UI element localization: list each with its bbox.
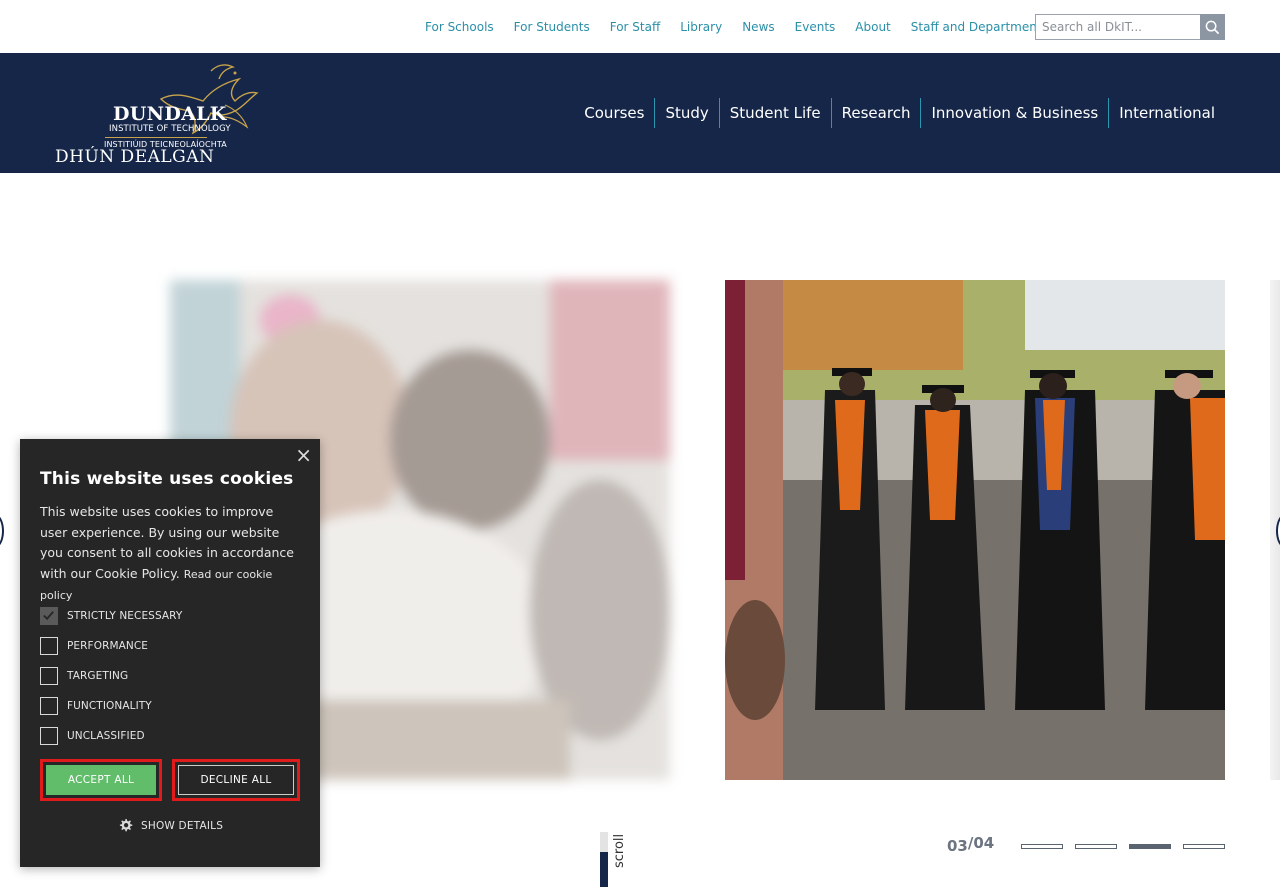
- cookie-checkbox[interactable]: [40, 607, 58, 625]
- show-details-label: SHOW DETAILS: [141, 819, 224, 832]
- carousel-pager: [1021, 844, 1237, 849]
- cookie-option-label: PERFORMANCE: [67, 640, 149, 652]
- slide-counter: 03/04: [947, 834, 995, 855]
- close-icon[interactable]: ×: [295, 445, 312, 465]
- logo-institute-text: INSTITUTE OF TECHNOLOGY: [109, 124, 231, 134]
- cookie-checkbox[interactable]: [40, 727, 58, 745]
- link-library[interactable]: Library: [680, 18, 722, 36]
- accept-all-label: ACCEPT ALL: [46, 765, 156, 795]
- slide-current-number: 03: [947, 837, 968, 855]
- link-events[interactable]: Events: [795, 18, 836, 36]
- nav-student-life[interactable]: Student Life: [720, 98, 831, 128]
- link-for-schools[interactable]: For Schools: [425, 18, 494, 36]
- cookie-option-strictly-necessary[interactable]: STRICTLY NECESSARY: [40, 601, 182, 631]
- logo-divider: [105, 137, 207, 138]
- pager-bar-2[interactable]: [1075, 844, 1117, 849]
- show-details-button[interactable]: SHOW DETAILS: [118, 818, 223, 833]
- search-icon: [1205, 20, 1220, 34]
- nav-research[interactable]: Research: [832, 98, 921, 128]
- cookie-checkbox[interactable]: [40, 667, 58, 685]
- gear-icon: [119, 818, 133, 832]
- graduates-photo: [725, 280, 1225, 780]
- pager-bar-3[interactable]: [1129, 844, 1171, 849]
- cookie-option-performance[interactable]: PERFORMANCE: [40, 631, 182, 661]
- cookie-option-targeting[interactable]: TARGETING: [40, 661, 182, 691]
- nav-innovation-business[interactable]: Innovation & Business: [921, 98, 1108, 128]
- cookie-option-label: TARGETING: [67, 670, 129, 682]
- cookie-option-functionality[interactable]: FUNCTIONALITY: [40, 691, 182, 721]
- logo-dhun-dealgan-text: DHÚN DEALGAN: [55, 147, 215, 167]
- link-for-staff[interactable]: For Staff: [610, 18, 661, 36]
- link-staff-departments[interactable]: Staff and Departments: [911, 18, 1048, 36]
- cookie-dialog-description: This website uses cookies to improve use…: [40, 502, 302, 607]
- primary-nav: Courses Study Student Life Research Inno…: [574, 98, 1225, 128]
- cookie-category-list: STRICTLY NECESSARY PERFORMANCE TARGETING FU…: [40, 601, 182, 751]
- nav-international[interactable]: International: [1109, 98, 1225, 128]
- cookie-option-label: STRICTLY NECESSARY: [67, 610, 183, 622]
- search-input[interactable]: [1035, 14, 1200, 40]
- carousel-prev-arrow[interactable]: [0, 514, 4, 548]
- decline-all-label: DECLINE ALL: [178, 765, 294, 795]
- scroll-label: scroll: [612, 833, 627, 868]
- nav-study[interactable]: Study: [655, 98, 718, 128]
- search-button[interactable]: [1200, 14, 1225, 40]
- dkit-logo[interactable]: DUNDALK INSTITUTE OF TECHNOLOGY INSTITIÚ…: [55, 61, 260, 167]
- cookie-option-label: UNCLASSIFIED: [67, 730, 145, 742]
- cookie-checkbox[interactable]: [40, 697, 58, 715]
- checkmark-icon: [43, 611, 54, 621]
- link-about[interactable]: About: [855, 18, 890, 36]
- cookie-option-label: FUNCTIONALITY: [67, 700, 152, 712]
- pager-bar-1[interactable]: [1021, 844, 1063, 849]
- decline-all-button[interactable]: DECLINE ALL: [172, 759, 300, 801]
- cookie-consent-dialog: × This website uses cookies This website…: [20, 439, 320, 867]
- nav-courses[interactable]: Courses: [574, 98, 654, 128]
- slide-total-number: /04: [967, 834, 995, 852]
- cookie-dialog-title: This website uses cookies: [40, 469, 294, 489]
- scroll-indicator-fill: [600, 852, 608, 887]
- link-for-students[interactable]: For Students: [514, 18, 590, 36]
- pager-bar-4[interactable]: [1183, 844, 1225, 849]
- cookie-checkbox[interactable]: [40, 637, 58, 655]
- utility-bar: For Schools For Students For Staff Libra…: [0, 0, 1280, 53]
- carousel-slide-current[interactable]: [725, 280, 1225, 780]
- logo-dundalk-text: DUNDALK: [113, 103, 227, 125]
- cookie-option-unclassified[interactable]: UNCLASSIFIED: [40, 721, 182, 751]
- accept-all-button[interactable]: ACCEPT ALL: [40, 759, 162, 801]
- utility-links: For Schools For Students For Staff Libra…: [415, 18, 1058, 36]
- link-news[interactable]: News: [742, 18, 774, 36]
- main-navigation: DUNDALK INSTITUTE OF TECHNOLOGY INSTITIÚ…: [0, 53, 1280, 173]
- search-box: [1035, 14, 1225, 40]
- scroll-indicator: [600, 832, 608, 887]
